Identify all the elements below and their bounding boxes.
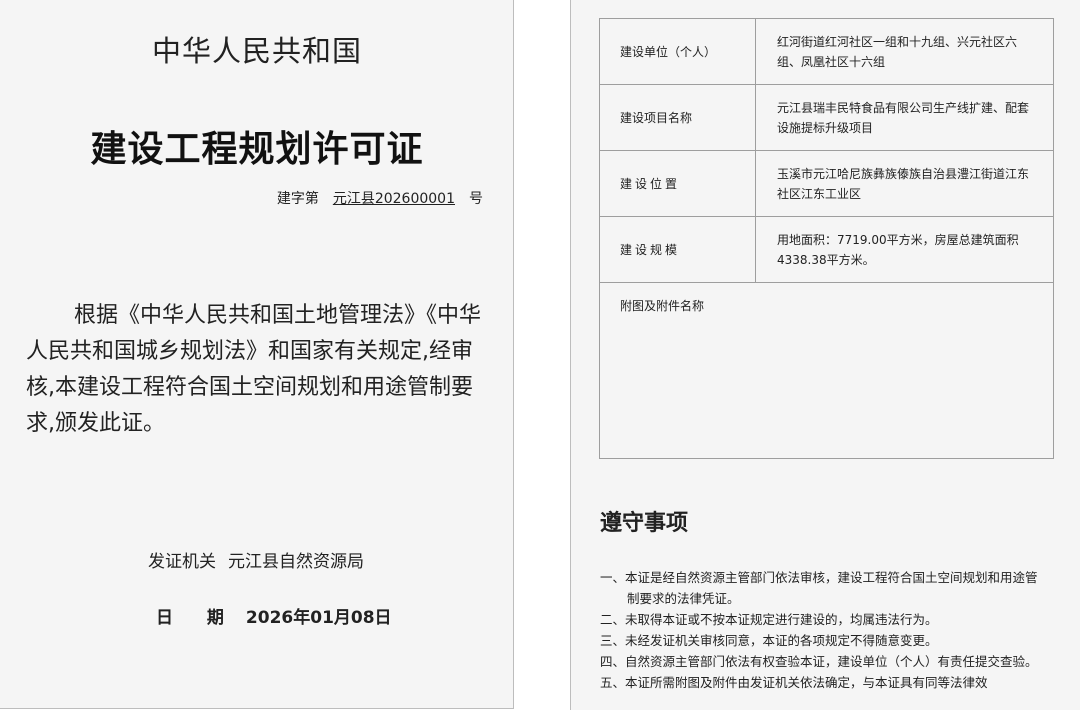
issue-date: 日 期 2026年01月08日 bbox=[156, 603, 392, 628]
attachments-label: 附图及附件名称 bbox=[599, 282, 1054, 459]
row-value: 玉溪市元江哈尼族彝族傣族自治县澧江街道江东社区江东工业区 bbox=[755, 150, 1054, 217]
row-key: 建设位置 bbox=[599, 150, 756, 217]
table-row: 建设单位（个人） 红河街道红河社区一组和十九组、兴元社区六组、凤凰社区十六组 bbox=[599, 18, 1054, 85]
certificate-body-text: 根据《中华人民共和国土地管理法》《中华人民共和国城乡规划法》和国家有关规定,经审… bbox=[26, 303, 482, 436]
list-item: 四、自然资源主管部门依法有权查验本证，建设单位（个人）有责任提交查验。 bbox=[600, 654, 1038, 669]
permit-prefix: 建字第 bbox=[276, 191, 319, 207]
row-key: 建设项目名称 bbox=[599, 84, 756, 151]
certificate-front-page: 中华人民共和国 建设工程规划许可证 建字第 元江县202600001 号 根据《中华… bbox=[0, 0, 514, 709]
permit-number-line: 建字第 元江县202600001 号 bbox=[277, 188, 483, 208]
table-row: 建设位置 玉溪市元江哈尼族彝族傣族自治县澧江街道江东社区江东工业区 bbox=[599, 150, 1054, 217]
list-item: 二、未取得本证或不按本证规定进行建设的，均属违法行为。 bbox=[600, 612, 938, 627]
table-row: 建设规模 用地面积：7719.00平方米，房屋总建筑面积4338.38平方米。 bbox=[599, 216, 1054, 283]
date-label: 日 期 bbox=[156, 608, 238, 628]
row-value: 用地面积：7719.00平方米，房屋总建筑面积4338.38平方米。 bbox=[755, 216, 1054, 283]
row-key: 建设规模 bbox=[599, 216, 756, 283]
list-item: 五、本证所需附图及附件由发证机关依法确定，与本证具有同等法律效 bbox=[600, 675, 988, 690]
list-item: 一、本证是经自然资源主管部门依法审核，建设工程符合国土空间规划和用途管制要求的法… bbox=[600, 570, 1038, 606]
issuer-label: 发证机关 bbox=[148, 552, 216, 572]
row-value: 元江县瑞丰民特食品有限公司生产线扩建、配套设施提标升级项目 bbox=[755, 84, 1054, 151]
date-value: 2026年01月08日 bbox=[245, 608, 392, 628]
notes-title: 遵守事项 bbox=[600, 511, 689, 536]
country-name: 中华人民共和国 bbox=[151, 34, 362, 68]
certificate-title: 建设工程规划许可证 bbox=[90, 129, 424, 170]
list-item: 三、未经发证机关审核同意，本证的各项规定不得随意变更。 bbox=[600, 633, 938, 648]
attachments-row: 附图及附件名称 bbox=[599, 282, 1054, 459]
notes-list: 一、本证是经自然资源主管部门依法审核，建设工程符合国土空间规划和用途管制要求的法… bbox=[600, 567, 1040, 693]
project-info-table: 建设单位（个人） 红河街道红河社区一组和十九组、兴元社区六组、凤凰社区十六组 建… bbox=[599, 18, 1054, 459]
issuer-name: 元江县自然资源局 bbox=[228, 552, 364, 572]
row-value: 红河街道红河社区一组和十九组、兴元社区六组、凤凰社区十六组 bbox=[755, 18, 1054, 85]
table-row: 建设项目名称 元江县瑞丰民特食品有限公司生产线扩建、配套设施提标升级项目 bbox=[599, 84, 1054, 151]
issuing-authority: 发证机关 元江县自然资源局 bbox=[148, 547, 364, 572]
permit-suffix: 号 bbox=[469, 191, 483, 207]
row-key: 建设单位（个人） bbox=[599, 18, 756, 85]
permit-number: 元江县202600001 bbox=[332, 191, 455, 207]
